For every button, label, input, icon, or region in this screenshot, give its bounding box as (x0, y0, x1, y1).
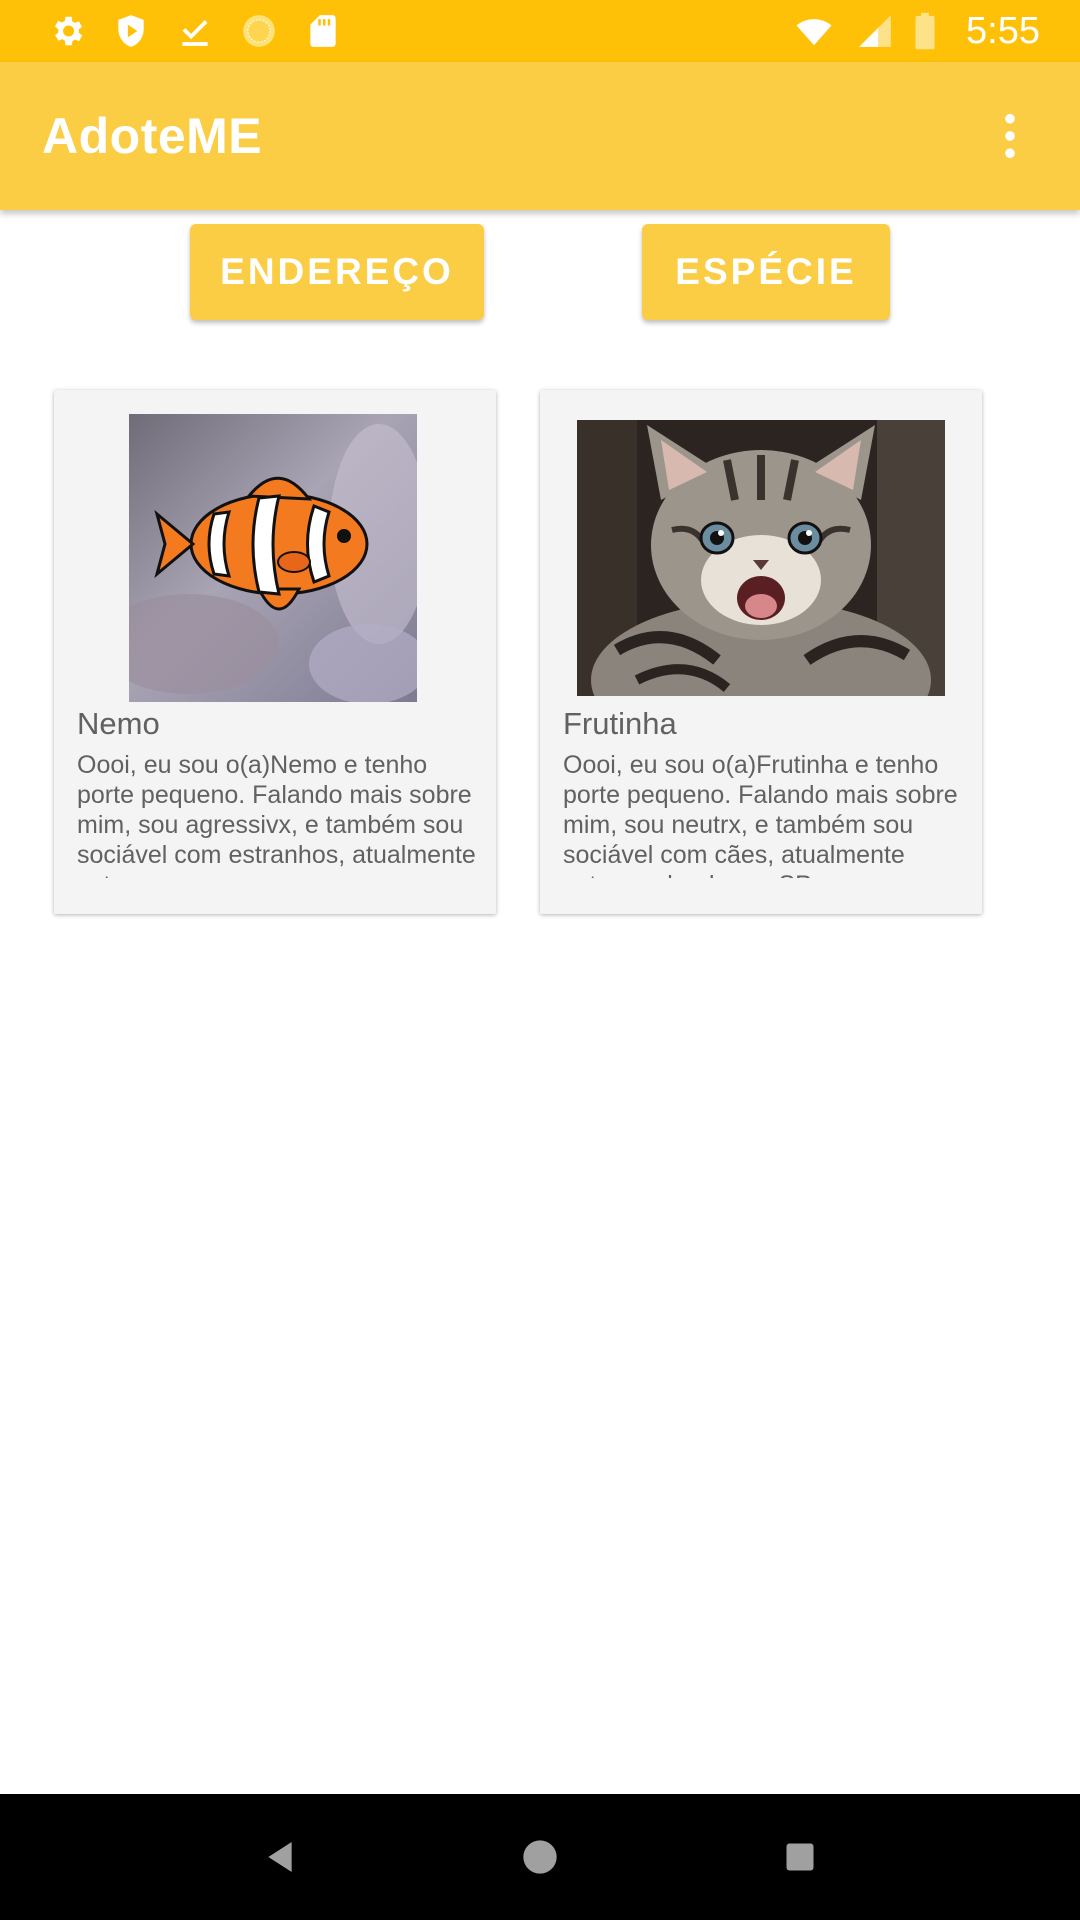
sun-icon (240, 12, 278, 50)
download-done-icon (176, 12, 214, 50)
status-left-icons (48, 12, 342, 50)
pet-name: Frutinha (563, 706, 677, 741)
kitten-photo (577, 420, 945, 696)
shield-icon (112, 12, 150, 50)
status-bar: 5:55 (0, 0, 1080, 62)
system-nav-bar (0, 1794, 1080, 1920)
app-bar: AdoteME (0, 62, 1080, 210)
sd-card-icon (304, 12, 342, 50)
endereco-filter-button[interactable]: ENDEREÇO (190, 224, 484, 320)
back-icon[interactable] (240, 1817, 320, 1897)
status-time: 5:55 (966, 9, 1040, 52)
clownfish-photo (129, 414, 417, 702)
status-right-icons: 5:55 (790, 10, 1040, 53)
pet-name: Nemo (77, 706, 160, 741)
especie-filter-button[interactable]: ESPÉCIE (642, 224, 890, 320)
settings-icon (48, 12, 86, 50)
more-vert-icon[interactable] (980, 96, 1040, 176)
battery-icon (912, 12, 938, 50)
pet-description: Oooi, eu sou o(a)Frutinha e tenho porte … (563, 751, 958, 878)
pet-card-frutinha[interactable]: Frutinha Oooi, eu sou o(a)Frutinha e ten… (540, 390, 982, 914)
recents-icon[interactable] (760, 1817, 840, 1897)
app-title: AdoteME (42, 108, 263, 164)
pet-description: Oooi, eu sou o(a)Nemo e tenho porte pequ… (77, 751, 476, 878)
wifi-icon (790, 12, 838, 50)
pet-card-nemo[interactable]: Nemo Oooi, eu sou o(a)Nemo e tenho porte… (54, 390, 496, 914)
home-icon[interactable] (500, 1817, 580, 1897)
signal-icon (856, 12, 894, 50)
